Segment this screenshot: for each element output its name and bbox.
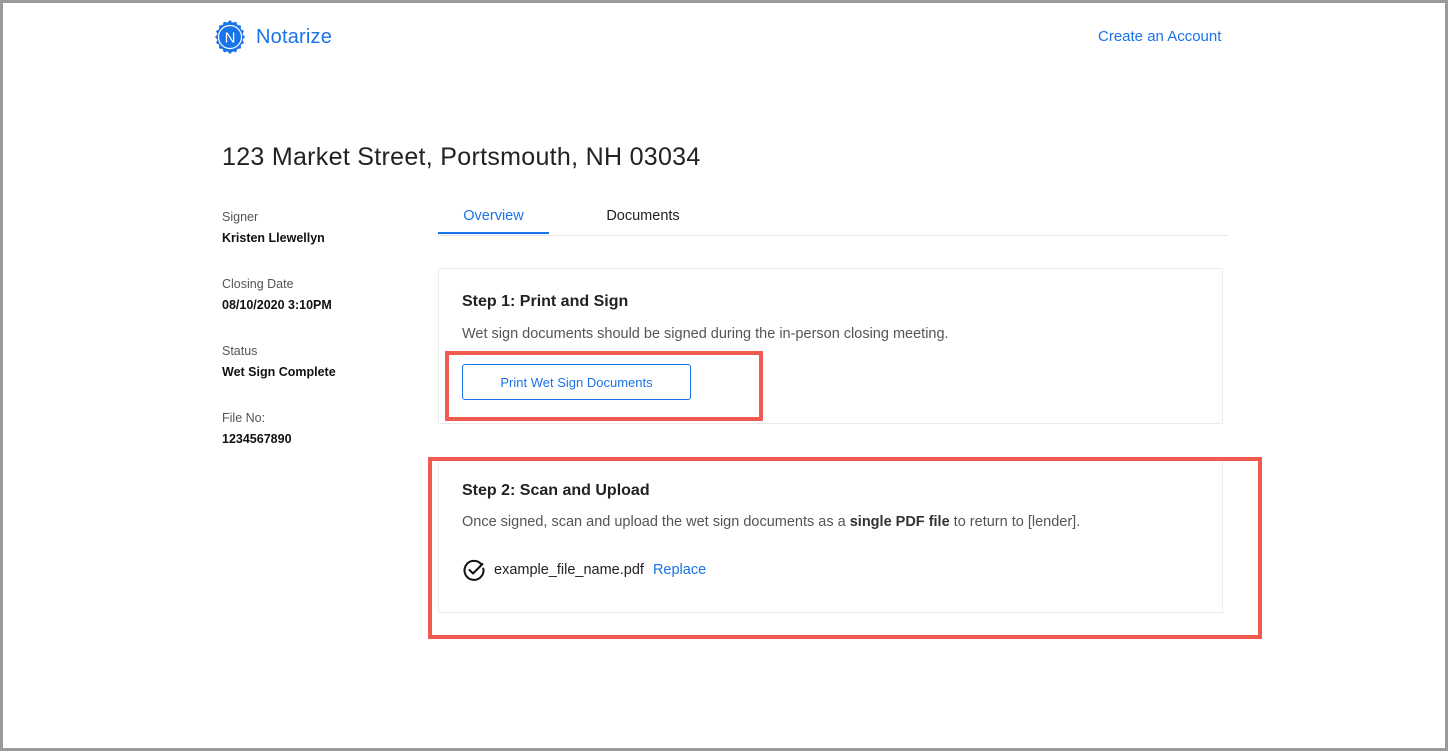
step-1-description: Wet sign documents should be signed duri… bbox=[462, 326, 949, 342]
uploaded-file-row: example_file_name.pdf Replace bbox=[462, 558, 706, 582]
signer-value: Kristen Llewellyn bbox=[222, 231, 325, 245]
closing-date-value: 08/10/2020 3:10PM bbox=[222, 298, 332, 312]
step-2-description: Once signed, scan and upload the wet sig… bbox=[462, 514, 1080, 530]
uploaded-file-name: example_file_name.pdf bbox=[494, 562, 644, 578]
closing-date-label: Closing Date bbox=[222, 277, 294, 291]
replace-file-link[interactable]: Replace bbox=[653, 562, 706, 578]
step-2-card: Step 2: Scan and Upload Once signed, sca… bbox=[438, 459, 1223, 613]
file-no-label: File No: bbox=[222, 411, 266, 425]
step-1-title: Step 1: Print and Sign bbox=[462, 293, 629, 310]
step-2-description-post: to return to [lender]. bbox=[949, 514, 1081, 530]
tab-overview[interactable]: Overview bbox=[438, 202, 549, 234]
step-2-description-bold: single PDF file bbox=[849, 514, 950, 530]
logo-text: Notarize bbox=[256, 25, 333, 48]
notarize-logo[interactable]: N Notarize bbox=[212, 19, 332, 55]
file-no-detail: File No: 1234567890 bbox=[222, 410, 412, 477]
logo-letter: N bbox=[225, 30, 236, 47]
signer-detail: Signer Kristen Llewellyn bbox=[222, 209, 412, 276]
tab-documents[interactable]: Documents bbox=[588, 202, 698, 235]
status-detail: Status Wet Sign Complete bbox=[222, 343, 412, 410]
status-value: Wet Sign Complete bbox=[222, 365, 336, 379]
notary-seal-icon: N bbox=[215, 20, 245, 54]
transaction-details: Signer Kristen Llewellyn Closing Date 08… bbox=[222, 209, 412, 477]
step-2-title: Step 2: Scan and Upload bbox=[462, 482, 650, 499]
status-label: Status bbox=[222, 344, 258, 358]
step-2-description-pre: Once signed, scan and upload the wet sig… bbox=[462, 514, 850, 530]
print-wet-sign-documents-button[interactable]: Print Wet Sign Documents bbox=[462, 364, 691, 400]
tab-bar: Overview Documents bbox=[438, 202, 1228, 236]
file-no-value: 1234567890 bbox=[222, 432, 292, 446]
closing-date-detail: Closing Date 08/10/2020 3:10PM bbox=[222, 276, 412, 343]
signer-label: Signer bbox=[222, 210, 259, 224]
page-title: 123 Market Street, Portsmouth, NH 03034 bbox=[222, 143, 701, 171]
create-account-link[interactable]: Create an Account bbox=[1098, 28, 1221, 45]
check-circle-icon bbox=[463, 559, 485, 581]
step-1-card: Step 1: Print and Sign Wet sign document… bbox=[438, 268, 1223, 424]
